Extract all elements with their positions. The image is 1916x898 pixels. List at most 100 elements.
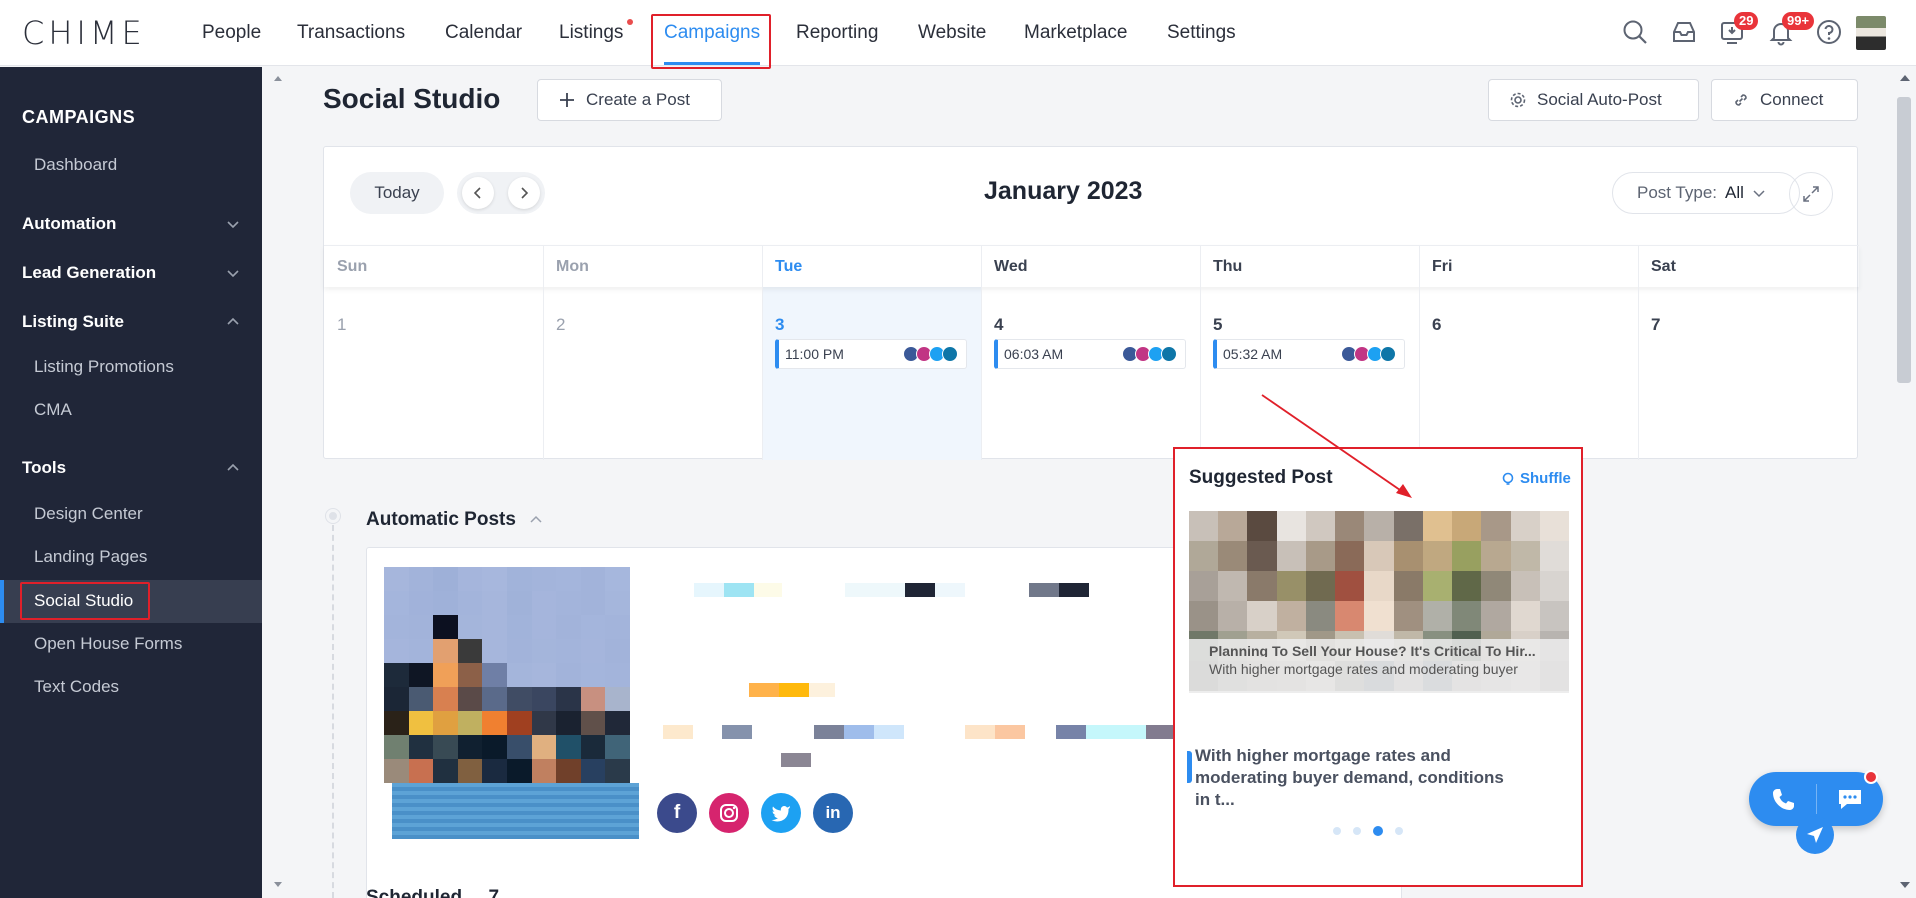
- send-icon[interactable]: [1796, 816, 1834, 854]
- chime-logo[interactable]: CHIME: [22, 14, 146, 52]
- image-pixel: [1305, 511, 1336, 541]
- chevron-left-icon[interactable]: [462, 177, 494, 209]
- sidebar-item-open-house-forms[interactable]: Open House Forms: [34, 634, 182, 654]
- nav-settings[interactable]: Settings: [1167, 22, 1236, 44]
- chevron-right-icon[interactable]: [508, 177, 540, 209]
- calendar-event[interactable]: 05:32 AM: [1213, 339, 1405, 369]
- expand-icon[interactable]: [1789, 172, 1833, 216]
- image-pixel: [384, 711, 409, 735]
- post-image: [384, 567, 630, 783]
- nav-people[interactable]: People: [202, 22, 261, 44]
- nav-reporting[interactable]: Reporting: [796, 22, 878, 44]
- date-cell[interactable]: 1: [337, 315, 346, 335]
- image-pixel: [408, 591, 434, 615]
- chevron-down-icon[interactable]: [226, 217, 240, 231]
- blurred-text: [694, 583, 724, 597]
- avatar[interactable]: [1856, 16, 1886, 50]
- carousel-prev-handle[interactable]: [1187, 751, 1192, 783]
- sidebar-item-dashboard[interactable]: Dashboard: [34, 155, 117, 175]
- image-pixel: [531, 663, 557, 687]
- image-pixel: [1422, 571, 1453, 601]
- carousel-dot[interactable]: [1333, 827, 1341, 835]
- plus-icon: [560, 93, 574, 107]
- chevron-up-icon[interactable]: [226, 461, 240, 475]
- left-scrollbar[interactable]: [272, 67, 284, 898]
- create-post-button[interactable]: Create a Post: [537, 79, 722, 121]
- date-cell[interactable]: 2: [556, 315, 565, 335]
- instagram-icon[interactable]: [709, 793, 749, 833]
- help-icon[interactable]: [1815, 18, 1843, 46]
- image-pixel: [580, 711, 606, 735]
- shuffle-button[interactable]: Shuffle: [1501, 470, 1571, 487]
- today-button[interactable]: Today: [350, 172, 444, 214]
- chevron-up-icon[interactable]: [226, 315, 240, 329]
- scrollbar-thumb[interactable]: [1897, 97, 1911, 383]
- image-pixel: [556, 663, 581, 687]
- calendar-month: January 2023: [984, 177, 1143, 205]
- column-divider: [1200, 245, 1201, 460]
- chevron-down-icon[interactable]: [226, 266, 240, 280]
- search-icon[interactable]: [1621, 18, 1649, 46]
- image-pixel: [1247, 571, 1277, 601]
- date-cell[interactable]: 5: [1213, 315, 1222, 335]
- blurred-text: [1086, 725, 1146, 739]
- nav-calendar[interactable]: Calendar: [445, 22, 522, 44]
- image-pixel: [408, 663, 434, 687]
- image-pixel: [457, 615, 483, 639]
- sidebar-item-listing-promotions[interactable]: Listing Promotions: [34, 357, 174, 377]
- calendar-event[interactable]: 06:03 AM: [994, 339, 1186, 369]
- image-pixel: [433, 615, 458, 639]
- carousel-dot[interactable]: [1353, 827, 1361, 835]
- image-pixel: [384, 735, 409, 759]
- calendar: Today January 2023 Post Type: All Sun Mo…: [323, 146, 1859, 460]
- date-cell[interactable]: 6: [1432, 315, 1441, 335]
- carousel-dot[interactable]: [1373, 826, 1383, 836]
- social-auto-post-button[interactable]: Social Auto-Post: [1488, 79, 1699, 121]
- date-cell[interactable]: 4: [994, 315, 1003, 335]
- image-pixel: [1305, 541, 1336, 571]
- nav-listings[interactable]: Listings: [559, 22, 623, 44]
- nav-transactions[interactable]: Transactions: [297, 22, 405, 44]
- nav-website[interactable]: Website: [918, 22, 986, 44]
- calendar-event[interactable]: 11:00 PM: [775, 339, 967, 369]
- image-pixel: [482, 639, 507, 663]
- phone-icon[interactable]: [1769, 785, 1797, 818]
- image-pixel: [482, 687, 507, 711]
- date-cell[interactable]: 3: [775, 315, 784, 335]
- linkedin-icon[interactable]: in: [813, 793, 853, 833]
- image-pixel: [1218, 541, 1248, 571]
- image-pixel: [457, 591, 483, 615]
- sidebar-group-listing-suite[interactable]: Listing Suite: [22, 312, 124, 332]
- sidebar-item-cma[interactable]: CMA: [34, 400, 72, 420]
- sidebar-item-landing-pages[interactable]: Landing Pages: [34, 547, 147, 567]
- weekday-wed: Wed: [994, 258, 1028, 275]
- image-pixel: [482, 615, 507, 639]
- image-pixel: [457, 567, 483, 591]
- sidebar-group-tools[interactable]: Tools: [22, 458, 66, 478]
- image-pixel: [1276, 511, 1306, 541]
- image-pixel: [605, 567, 630, 591]
- post-type-select[interactable]: Post Type: All: [1612, 172, 1800, 214]
- nav-marketplace[interactable]: Marketplace: [1024, 22, 1128, 44]
- image-pixel: [384, 759, 409, 783]
- image-pixel: [605, 735, 630, 759]
- post-type-value: All: [1725, 183, 1744, 202]
- carousel-dot[interactable]: [1395, 827, 1403, 835]
- sidebar-group-lead-generation[interactable]: Lead Generation: [22, 263, 156, 283]
- sidebar-item-design-center[interactable]: Design Center: [34, 504, 143, 524]
- chat-icon[interactable]: [1835, 785, 1865, 818]
- sidebar-group-automation[interactable]: Automation: [22, 214, 116, 234]
- inbox-icon[interactable]: [1670, 18, 1698, 46]
- date-cell[interactable]: 7: [1651, 315, 1660, 335]
- connect-button[interactable]: Connect: [1711, 79, 1858, 121]
- image-pixel: [580, 687, 606, 711]
- twitter-icon[interactable]: [761, 793, 801, 833]
- blurred-text: [1029, 583, 1059, 597]
- automatic-posts-title[interactable]: Automatic Posts: [366, 509, 543, 531]
- sidebar-item-text-codes[interactable]: Text Codes: [34, 677, 119, 697]
- image-pixel: [1393, 511, 1423, 541]
- facebook-icon[interactable]: f: [657, 793, 697, 833]
- blurred-text: [1056, 725, 1086, 739]
- sidebar-title: CAMPAIGNS: [22, 107, 136, 127]
- image-pixel: [507, 567, 532, 591]
